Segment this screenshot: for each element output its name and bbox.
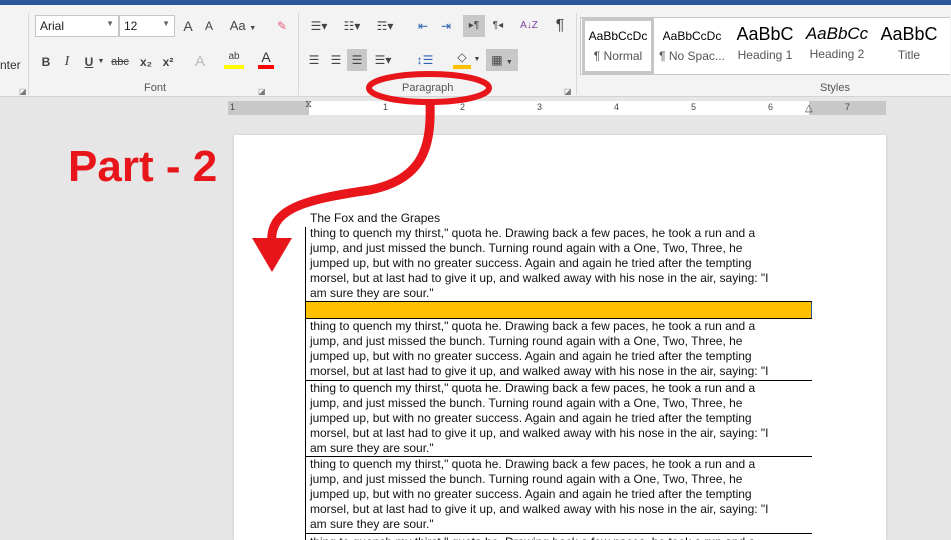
annotation-overlay	[252, 71, 492, 272]
arrow-head-icon	[252, 238, 292, 272]
curved-arrow-shaft	[267, 103, 435, 246]
paragraph-highlight-ellipse	[366, 71, 492, 105]
